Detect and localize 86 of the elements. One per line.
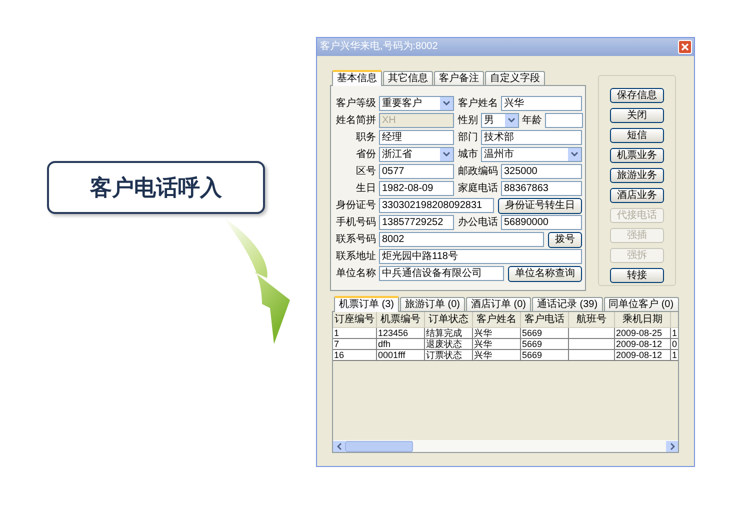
side-button[interactable]: 关闭 (610, 108, 664, 123)
dropdown-field[interactable]: 男 (481, 113, 519, 128)
input-field[interactable]: 325000 (501, 164, 582, 179)
input-field[interactable]: 兴华 (501, 96, 582, 111)
tab[interactable]: 旅游订单 (0) (400, 297, 465, 311)
field-label: 年龄 (522, 116, 542, 126)
dropdown-field[interactable]: 重要客户 (379, 96, 454, 111)
side-button[interactable]: 转接 (610, 268, 664, 283)
tab[interactable]: 同单位客户 (0) (604, 297, 679, 311)
tab[interactable]: 基本信息 (332, 70, 382, 86)
chevron-down-icon (443, 101, 450, 106)
dropdown-button[interactable] (505, 114, 518, 127)
field-label: 邮政编码 (458, 166, 498, 176)
side-button[interactable]: 短信 (610, 128, 664, 143)
table-cell (569, 350, 615, 361)
window-title: 客户兴华来电,号码为:8002 (320, 42, 438, 52)
dropdown-field[interactable]: 浙江省 (379, 147, 454, 162)
field-label: 单位名称 (336, 268, 376, 278)
dropdown-button[interactable] (568, 148, 581, 161)
column-header[interactable]: 订单状态 (425, 312, 473, 327)
table-cell: 2009-08-12 (615, 350, 671, 361)
tab[interactable]: 客户备注 (434, 71, 484, 85)
dropdown-button[interactable] (440, 148, 453, 161)
input-field[interactable]: 1982-08-09 (379, 181, 454, 196)
side-button[interactable]: 酒店业务 (610, 188, 664, 203)
field-label: 联系号码 (336, 234, 376, 244)
horizontal-scrollbar[interactable] (333, 440, 678, 452)
table-cell: 16 (333, 350, 377, 361)
action-button[interactable]: 单位名称查询 (508, 266, 582, 282)
field-label: 客户姓名 (458, 98, 498, 108)
column-header[interactable]: 客户姓名 (473, 312, 521, 327)
input-field[interactable]: 中兵通信设备有限公司 (379, 266, 504, 281)
input-field[interactable]: 炬光园中路118号 (379, 249, 582, 264)
side-button[interactable]: 旅游业务 (610, 168, 664, 183)
table-cell: 订票状态 (425, 350, 473, 361)
input-field[interactable]: 0577 (379, 164, 454, 179)
table-cell: 5669 (521, 350, 569, 361)
input-field[interactable]: 88367863 (501, 181, 582, 196)
table-cell: 1 (671, 350, 678, 361)
field-label: 身份证号 (336, 200, 376, 210)
input-field[interactable] (545, 113, 583, 128)
scroll-right-icon[interactable] (666, 440, 678, 452)
field-label: 姓名简拼 (336, 116, 376, 126)
tab[interactable]: 酒店订单 (0) (466, 297, 531, 311)
action-button[interactable]: 拨号 (548, 232, 582, 248)
field-label: 生日 (356, 184, 376, 194)
field-label: 联系地址 (336, 252, 376, 262)
tab[interactable]: 其它信息 (383, 71, 433, 85)
field-label: 城市 (458, 150, 478, 160)
input-field[interactable]: 技术部 (481, 130, 582, 145)
column-header[interactable]: 机票编号 (377, 312, 425, 327)
input-field[interactable]: 56890000 (501, 215, 582, 230)
input-field[interactable]: 330302198208092831 (379, 198, 494, 213)
field-label: 办公电话 (458, 218, 498, 228)
action-button[interactable]: 身份证号转生日 (498, 198, 582, 214)
field-label: 区号 (356, 166, 376, 176)
column-header[interactable]: 订座编号 (333, 312, 377, 327)
side-button[interactable]: 保存信息 (610, 88, 664, 103)
table-cell: 0001fff (377, 350, 425, 361)
column-header[interactable]: 乘机日期 (615, 312, 671, 327)
field-label: 手机号码 (336, 218, 376, 228)
input-field[interactable]: 8002 (379, 232, 544, 247)
chevron-down-icon (571, 152, 578, 157)
chevron-down-icon (443, 152, 450, 157)
tab[interactable]: 机票订单 (3) (334, 296, 399, 312)
field-label: 性别 (458, 116, 478, 126)
field-label: 部门 (458, 132, 478, 142)
dropdown-button[interactable] (440, 97, 453, 110)
input-field[interactable]: 经理 (379, 130, 454, 145)
table-cell: 兴华 (473, 350, 521, 361)
column-header[interactable]: 客户电话 (521, 312, 569, 327)
tab[interactable]: 通话记录 (39) (532, 297, 603, 311)
scroll-thumb[interactable] (345, 440, 413, 452)
column-header[interactable]: 航班号 (569, 312, 615, 327)
scroll-left-icon[interactable] (333, 440, 345, 452)
callout-box: 客户电话呼入 (47, 161, 265, 214)
input-field[interactable]: 13857729252 (379, 215, 454, 230)
field-label: 省份 (356, 150, 376, 160)
field-label: 职务 (356, 132, 376, 142)
field-label: 客户等级 (336, 98, 376, 108)
tab[interactable]: 自定义字段 (485, 71, 545, 85)
chevron-down-icon (508, 118, 515, 123)
dropdown-field[interactable]: 温州市 (481, 147, 582, 162)
side-button[interactable]: 机票业务 (610, 148, 664, 163)
field-label: 家庭电话 (458, 184, 498, 194)
close-button[interactable] (678, 40, 692, 54)
